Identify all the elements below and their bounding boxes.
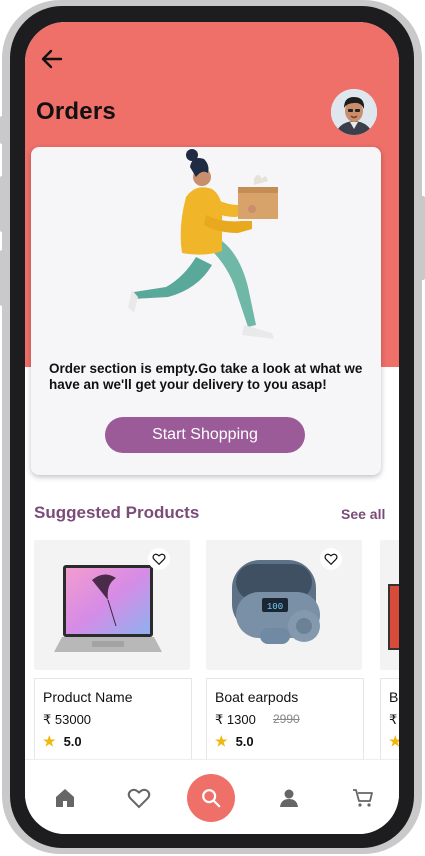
rating-value: 5.0 xyxy=(63,734,82,749)
home-icon[interactable] xyxy=(53,786,77,810)
product-old-price: 2990 xyxy=(273,712,300,726)
product-rating: ★ 5.0 xyxy=(215,733,254,750)
product-name: Product Name xyxy=(43,689,133,705)
search-button[interactable] xyxy=(187,774,235,822)
product-image xyxy=(34,540,190,670)
product-image: 100 xyxy=(206,540,362,670)
tv-image xyxy=(388,584,399,650)
product-rating: ★ 5.0 xyxy=(43,733,82,750)
volume-down-button xyxy=(0,250,6,306)
product-card[interactable]: 100 Boat earpods ₹ 1300 2990 ★ 5.0 xyxy=(206,540,364,759)
power-button xyxy=(419,196,425,280)
product-price: ₹ 53000 xyxy=(43,712,92,727)
heart-icon xyxy=(152,553,166,566)
arrow-left-icon[interactable] xyxy=(39,46,65,72)
mute-switch xyxy=(0,116,6,144)
product-info: Bo ₹ ★ xyxy=(380,678,399,759)
bottom-nav xyxy=(25,759,399,834)
cart-icon[interactable] xyxy=(351,786,375,810)
avatar[interactable] xyxy=(331,89,377,135)
user-avatar-icon xyxy=(331,89,377,135)
see-all-link[interactable]: See all xyxy=(341,506,385,522)
product-info: Product Name ₹ 53000 ★ 5.0 xyxy=(34,678,192,759)
heart-icon[interactable] xyxy=(127,786,151,810)
section-title: Suggested Products xyxy=(34,503,200,522)
app-screen: Orders Order section is empty.Go take a … xyxy=(25,22,399,834)
svg-text:100: 100 xyxy=(267,602,283,612)
start-shopping-button[interactable]: Start Shopping xyxy=(105,417,305,453)
product-info: Boat earpods ₹ 1300 2990 ★ 5.0 xyxy=(206,678,364,759)
product-rating: ★ xyxy=(389,733,399,750)
product-card[interactable]: Product Name ₹ 53000 ★ 5.0 xyxy=(34,540,192,759)
product-name: Bo xyxy=(389,689,399,705)
star-icon: ★ xyxy=(43,733,56,749)
delivery-person-illustration xyxy=(128,149,278,339)
star-icon: ★ xyxy=(389,733,399,749)
empty-orders-message: Order section is empty.Go take a look at… xyxy=(49,361,363,392)
search-icon xyxy=(202,789,221,808)
heart-icon xyxy=(324,553,338,566)
volume-up-button xyxy=(0,176,6,232)
product-image xyxy=(380,540,399,670)
product-price: ₹ xyxy=(389,712,398,727)
wishlist-button[interactable] xyxy=(148,548,170,570)
user-icon[interactable] xyxy=(277,786,301,810)
page-title: Orders xyxy=(36,98,116,125)
product-card[interactable]: Bo ₹ ★ xyxy=(380,540,399,759)
wishlist-button[interactable] xyxy=(320,548,342,570)
rating-value: 5.0 xyxy=(235,734,254,749)
star-icon: ★ xyxy=(215,733,228,749)
product-price: ₹ 1300 xyxy=(215,712,256,727)
product-name: Boat earpods xyxy=(215,689,299,705)
empty-orders-card: Order section is empty.Go take a look at… xyxy=(31,147,381,475)
